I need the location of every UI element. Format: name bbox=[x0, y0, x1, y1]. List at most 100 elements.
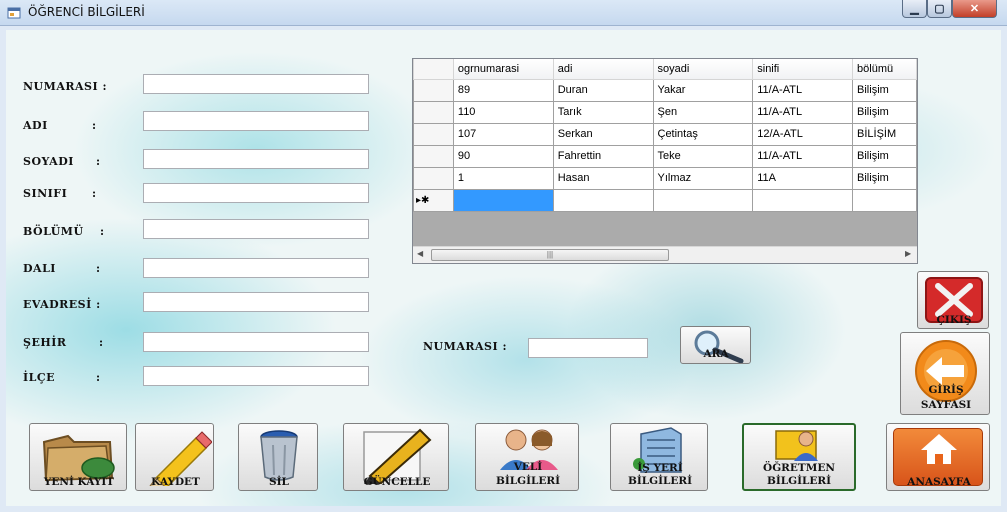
table-row[interactable]: 90 Fahrettin Teke 11/A-ATL Bilişim bbox=[413, 144, 917, 168]
home-icon bbox=[921, 434, 957, 464]
col-header-number[interactable]: ogrnumarasi bbox=[452, 59, 554, 80]
grid-header-row: ogrnumarasi adi soyadi sinifi bölümü bbox=[413, 59, 917, 80]
cell-class[interactable]: 11/A-ATL bbox=[752, 144, 854, 168]
save-label: KAYDET bbox=[151, 476, 200, 488]
label-address: EVADRESİ : bbox=[23, 298, 101, 311]
new-row-marker-icon: ▸✱ bbox=[413, 188, 454, 212]
new-row[interactable]: ▸✱ bbox=[413, 188, 917, 212]
search-number-input[interactable] bbox=[528, 338, 648, 358]
cell-name[interactable]: Hasan bbox=[552, 166, 654, 190]
cell-department[interactable]: Bilişim bbox=[852, 166, 917, 190]
new-cell-name[interactable] bbox=[552, 188, 654, 212]
update-label: GÜNCELLE bbox=[363, 476, 431, 488]
col-header-department[interactable]: bölümü bbox=[852, 59, 917, 80]
cell-department[interactable]: Bilişim bbox=[852, 100, 917, 124]
grid-corner bbox=[413, 59, 454, 80]
class-input[interactable] bbox=[143, 183, 369, 203]
cell-name[interactable]: Fahrettin bbox=[552, 144, 654, 168]
cell-surname[interactable]: Teke bbox=[652, 144, 754, 168]
login-page-label-1: GİRİŞ bbox=[928, 384, 964, 396]
cell-surname[interactable]: Şen bbox=[652, 100, 754, 124]
label-number: NUMARASI : bbox=[23, 80, 108, 93]
row-header[interactable] bbox=[413, 144, 454, 168]
cell-name[interactable]: Serkan bbox=[552, 122, 654, 146]
home-label: ANASAYFA bbox=[907, 476, 971, 488]
horizontal-scrollbar[interactable]: ◀ ||| ▶ bbox=[413, 246, 917, 263]
new-cell-class[interactable] bbox=[752, 188, 854, 212]
delete-button[interactable]: SİL bbox=[238, 423, 318, 491]
new-cell-surname[interactable] bbox=[652, 188, 754, 212]
cell-number[interactable]: 1 bbox=[452, 166, 554, 190]
col-header-surname[interactable]: soyadi bbox=[652, 59, 754, 80]
surname-input[interactable] bbox=[143, 149, 369, 169]
maximize-icon: ▢ bbox=[934, 3, 945, 15]
cell-department[interactable]: Bilişim bbox=[852, 144, 917, 168]
workplace-info-button[interactable]: İŞ YERİ BİLGİLERİ bbox=[610, 423, 708, 491]
new-cell-department[interactable] bbox=[852, 188, 917, 212]
table-row[interactable]: 89 Duran Yakar 11/A-ATL Bilişim bbox=[413, 78, 917, 102]
cell-number[interactable]: 89 bbox=[452, 78, 554, 102]
form-icon bbox=[7, 7, 21, 19]
cell-surname[interactable]: Yılmaz bbox=[652, 166, 754, 190]
teacher-info-button[interactable]: ÖĞRETMEN BİLGİLERİ bbox=[742, 423, 856, 491]
cell-name[interactable]: Tarık bbox=[552, 100, 654, 124]
table-row[interactable]: 110 Tarık Şen 11/A-ATL Bilişim bbox=[413, 100, 917, 124]
students-grid[interactable]: ogrnumarasi adi soyadi sinifi bölümü 89 … bbox=[412, 58, 918, 264]
scroll-left-icon[interactable]: ◀ bbox=[417, 249, 423, 258]
col-header-class[interactable]: sinifi bbox=[752, 59, 854, 80]
parent-info-label-1: VELİ bbox=[513, 461, 543, 473]
cell-surname[interactable]: Yakar bbox=[652, 78, 754, 102]
cell-surname[interactable]: Çetintaş bbox=[652, 122, 754, 146]
row-header[interactable] bbox=[413, 78, 454, 102]
close-button[interactable]: ✕ bbox=[952, 0, 997, 18]
label-class-colon: : bbox=[92, 187, 97, 200]
cell-number[interactable]: 107 bbox=[452, 122, 554, 146]
cell-class[interactable]: 11/A-ATL bbox=[752, 100, 854, 124]
maximize-button[interactable]: ▢ bbox=[927, 0, 952, 18]
window-title: ÖĞRENCİ BİLGİLERİ bbox=[28, 5, 145, 19]
teacher-icon bbox=[775, 430, 818, 461]
form-client-area: NUMARASI : ADI : SOYADI : SINIFI : BÖLÜM… bbox=[6, 30, 1001, 506]
city-input[interactable] bbox=[143, 332, 369, 352]
cell-class[interactable]: 11A bbox=[752, 166, 854, 190]
row-header[interactable] bbox=[413, 122, 454, 146]
cell-class[interactable]: 11/A-ATL bbox=[752, 78, 854, 102]
save-button[interactable]: KAYDET bbox=[135, 423, 214, 491]
new-cell-number[interactable] bbox=[452, 188, 554, 212]
cell-number[interactable]: 90 bbox=[452, 144, 554, 168]
address-input[interactable] bbox=[143, 292, 369, 312]
home-button[interactable]: ANASAYFA bbox=[886, 423, 990, 491]
scroll-thumb[interactable]: ||| bbox=[431, 249, 669, 261]
label-branch: DALI bbox=[23, 262, 56, 275]
cell-number[interactable]: 110 bbox=[452, 100, 554, 124]
branch-input[interactable] bbox=[143, 258, 369, 278]
search-button[interactable]: ARA bbox=[680, 326, 751, 364]
cell-department[interactable]: Bilişim bbox=[852, 78, 917, 102]
trash-can-icon bbox=[260, 430, 298, 481]
district-input[interactable] bbox=[143, 366, 369, 386]
table-row[interactable]: 107 Serkan Çetintaş 12/A-ATL BİLİŞİM bbox=[413, 122, 917, 146]
col-header-name[interactable]: adi bbox=[552, 59, 654, 80]
login-page-button[interactable]: GİRİŞ SAYFASI bbox=[900, 332, 990, 415]
parent-info-button[interactable]: VELİ BİLGİLERİ bbox=[475, 423, 579, 491]
cell-department[interactable]: BİLİŞİM bbox=[852, 122, 917, 146]
table-row[interactable]: 1 Hasan Yılmaz 11A Bilişim bbox=[413, 166, 917, 190]
cell-name[interactable]: Duran bbox=[552, 78, 654, 102]
update-button[interactable]: GÜNCELLE bbox=[343, 423, 449, 491]
name-input[interactable] bbox=[143, 111, 369, 131]
label-city-colon: : bbox=[99, 336, 104, 349]
scroll-right-icon[interactable]: ▶ bbox=[905, 249, 911, 258]
exit-button[interactable]: ÇIKIŞ bbox=[917, 271, 989, 329]
cell-class[interactable]: 12/A-ATL bbox=[752, 122, 854, 146]
department-input[interactable] bbox=[143, 219, 369, 239]
row-header[interactable] bbox=[413, 100, 454, 124]
label-branch-colon: : bbox=[96, 262, 101, 275]
close-icon: ✕ bbox=[969, 3, 980, 15]
minimize-button[interactable]: ▁ bbox=[902, 0, 927, 18]
login-page-label-2: SAYFASI bbox=[920, 399, 972, 411]
number-input[interactable] bbox=[143, 74, 369, 94]
row-header[interactable] bbox=[413, 166, 454, 190]
new-record-button[interactable]: YENİ KAYIT bbox=[29, 423, 127, 491]
label-city: ŞEHİR bbox=[23, 336, 67, 349]
search-number-label: NUMARASI : bbox=[423, 340, 508, 353]
